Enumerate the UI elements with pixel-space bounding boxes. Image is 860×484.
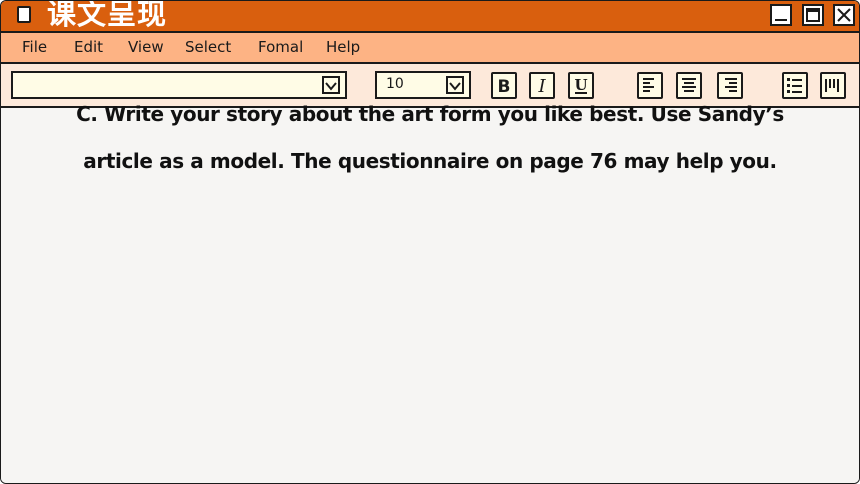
- minimize-button[interactable]: [770, 4, 792, 26]
- menu-file[interactable]: File: [22, 38, 47, 56]
- columns-button[interactable]: [820, 72, 846, 99]
- font-size-value: 10: [386, 76, 404, 92]
- size-dropdown-button[interactable]: [446, 76, 464, 94]
- bold-icon: B: [498, 77, 511, 97]
- svg-text:I: I: [537, 76, 546, 97]
- window-title: 课文呈现: [47, 0, 168, 31]
- underline-button[interactable]: U: [568, 72, 594, 99]
- underline-icon: U: [574, 76, 588, 94]
- font-dropdown-button[interactable]: [322, 76, 340, 94]
- align-center-button[interactable]: [676, 72, 702, 99]
- align-left-icon: [643, 78, 654, 92]
- menu-select[interactable]: Select: [185, 38, 231, 56]
- svg-text:B: B: [498, 77, 511, 97]
- chevron-down-icon: [449, 82, 461, 91]
- bold-button[interactable]: B: [491, 72, 517, 99]
- align-left-button[interactable]: [637, 72, 663, 99]
- maximize-button[interactable]: [802, 4, 824, 26]
- title-bar: 课文呈现: [1, 1, 859, 33]
- close-button[interactable]: [833, 4, 855, 26]
- italic-icon: I: [537, 76, 546, 97]
- menu-fomal[interactable]: Fomal: [258, 38, 303, 56]
- maximize-icon: [806, 8, 820, 22]
- document-icon: [17, 6, 31, 23]
- menu-view[interactable]: View: [128, 38, 164, 56]
- minimize-icon: [775, 19, 787, 21]
- columns-icon: [825, 79, 839, 92]
- bullet-list-button[interactable]: [782, 72, 808, 99]
- italic-button[interactable]: I: [529, 72, 555, 99]
- close-icon: [837, 8, 851, 22]
- menu-edit[interactable]: Edit: [74, 38, 103, 56]
- menu-help[interactable]: Help: [326, 38, 360, 56]
- svg-text:U: U: [574, 76, 587, 94]
- app-window: 课文呈现 File Edit View Select Fomal Help 10…: [0, 0, 860, 484]
- chevron-down-icon: [325, 82, 337, 91]
- text-line-2: article as a model. The questionnaire on…: [83, 149, 777, 173]
- bullet-list-icon: [787, 78, 802, 93]
- font-size-select[interactable]: 10: [375, 71, 471, 99]
- menu-bar: File Edit View Select Fomal Help: [1, 33, 859, 64]
- align-center-icon: [682, 78, 696, 92]
- text-line-1: C. Write your story about the art form y…: [76, 102, 784, 126]
- font-family-select[interactable]: [11, 71, 347, 99]
- align-right-button[interactable]: [717, 72, 743, 99]
- document-area[interactable]: C. Write your story about the art form y…: [1, 102, 859, 483]
- align-right-icon: [725, 78, 737, 92]
